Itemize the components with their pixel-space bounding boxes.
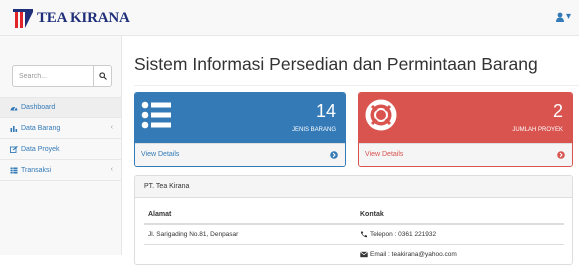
view-details-link[interactable]: View Details — [135, 143, 345, 166]
card-header: 14 JENIS BARANG — [135, 93, 345, 143]
view-details-label: View Details — [365, 151, 404, 158]
kontak-cell: Telepon : 0361 221932 — [356, 231, 564, 238]
top-navbar: TEA KIRANA ▾ — [0, 0, 579, 36]
table-row: Email : teakirana@yahoo.com — [144, 245, 564, 264]
main-content: Sistem Informasi Persedian dan Permintaa… — [122, 36, 579, 265]
sidebar-item-label: Data Barang — [21, 124, 61, 132]
card-value: 2 — [552, 101, 563, 121]
sidebar-nav: Dashboard Data Barang ‹ Data Proyek Tran… — [0, 97, 121, 181]
card-label: JUMLAH PROYEK — [512, 127, 563, 133]
company-info-panel: PT. Tea Kirana Alamat Kontak Jl. Sarigad… — [134, 175, 573, 265]
card-value: 14 — [315, 101, 336, 121]
sidebar-item-label: Transaksi — [21, 166, 52, 174]
chevron-left-icon: ‹ — [110, 166, 113, 173]
title-divider — [134, 85, 579, 86]
search-input[interactable] — [13, 66, 93, 86]
table-header-row: Alamat Kontak — [144, 205, 564, 225]
column-header-kontak: Kontak — [360, 210, 384, 218]
bar-chart-icon — [10, 125, 18, 132]
column-header-alamat: Alamat — [148, 210, 172, 218]
tea-kirana-logo-icon — [13, 9, 33, 28]
card-jumlah-proyek: 2 JUMLAH PROYEK View Details — [358, 92, 573, 167]
table-row: Jl. Sarigading No.81, Denpasar Telepon :… — [144, 225, 564, 245]
card-label: JENIS BARANG — [291, 127, 336, 133]
card-jenis-barang: 14 JENIS BARANG View Details — [134, 92, 346, 167]
sidebar-item-transaksi[interactable]: Transaksi ‹ — [0, 160, 121, 181]
kontak-value: Telepon : 0361 221932 — [370, 231, 437, 238]
brand[interactable]: TEA KIRANA — [12, 7, 130, 29]
table-icon — [10, 167, 18, 173]
search-button[interactable] — [93, 66, 111, 86]
search-icon — [98, 72, 107, 80]
arrow-circle-right-icon — [557, 151, 565, 159]
life-ring-icon — [365, 99, 397, 131]
user-icon — [555, 12, 564, 22]
sidebar-item-data-barang[interactable]: Data Barang ‹ — [0, 118, 121, 139]
list-icon — [141, 101, 171, 129]
sidebar-item-data-proyek[interactable]: Data Proyek — [0, 139, 121, 160]
sidebar: Dashboard Data Barang ‹ Data Proyek — [0, 36, 122, 255]
company-info-heading: PT. Tea Kirana — [135, 176, 572, 198]
brand-name: TEA KIRANA — [37, 9, 130, 26]
page-title: Sistem Informasi Persedian dan Permintaa… — [134, 54, 538, 74]
dashboard-icon — [10, 106, 18, 111]
chevron-left-icon: ‹ — [110, 124, 113, 131]
sidebar-item-label: Data Proyek — [21, 145, 60, 153]
view-details-link[interactable]: View Details — [359, 143, 572, 166]
sidebar-item-label: Dashboard — [21, 104, 56, 111]
view-details-label: View Details — [141, 151, 180, 158]
search-box — [12, 65, 112, 87]
arrow-circle-right-icon — [330, 151, 338, 159]
company-info-table: Alamat Kontak Jl. Sarigading No.81, Denp… — [144, 205, 564, 264]
card-header: 2 JUMLAH PROYEK — [359, 93, 572, 143]
sidebar-item-dashboard[interactable]: Dashboard — [0, 97, 121, 118]
phone-icon — [361, 231, 367, 238]
chevron-down-icon: ▾ — [565, 11, 571, 22]
user-menu[interactable]: ▾ — [555, 11, 571, 22]
edit-icon — [10, 145, 18, 153]
alamat-value: Jl. Sarigading No.81, Denpasar — [148, 231, 239, 238]
